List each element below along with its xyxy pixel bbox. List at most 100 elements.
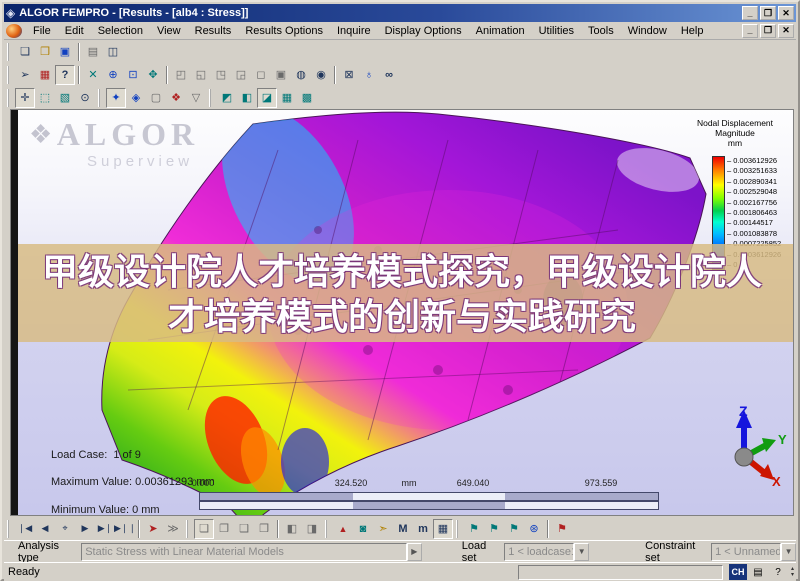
view-top-icon[interactable]: ◳	[211, 65, 231, 85]
load-set-dropdown-button[interactable]: ▼	[574, 543, 589, 561]
mesh-wireframe-icon[interactable]: ◧	[237, 88, 257, 108]
mesh-edges-icon[interactable]: ▦	[277, 88, 297, 108]
toolbar-grip[interactable]	[325, 520, 330, 538]
show-maximum-icon[interactable]: M	[393, 519, 413, 539]
toolbar-grip[interactable]	[7, 520, 12, 538]
select-rectangle-icon[interactable]: ⬚	[35, 88, 55, 108]
anim-current-frame-icon[interactable]: ⌖	[55, 519, 75, 539]
show-minimum-icon[interactable]: m	[413, 519, 433, 539]
snapshot-icon[interactable]: ◙	[353, 519, 373, 539]
print-preview-icon[interactable]: ◫	[103, 42, 123, 62]
view-left-icon[interactable]: ◻	[251, 65, 271, 85]
presentation-view2-icon[interactable]: ❐	[214, 519, 234, 539]
mesh-transparent-icon[interactable]: ▩	[297, 88, 317, 108]
constraint-set-select[interactable]: 1 < Unnamed >	[711, 543, 781, 561]
select-parts-icon[interactable]: ▢	[146, 88, 166, 108]
menu-item-results[interactable]: Results	[188, 24, 239, 38]
probe-max-icon[interactable]: ▲	[333, 519, 353, 539]
analysis-type-field[interactable]: Static Stress with Linear Material Model…	[81, 543, 407, 561]
whats-this-icon[interactable]: ?	[55, 65, 75, 85]
minimize-button[interactable]: _	[742, 6, 758, 20]
toolbar-grip[interactable]	[186, 520, 191, 538]
toolbar-grip[interactable]	[456, 520, 461, 538]
measure-distance-icon[interactable]: ⚑	[464, 519, 484, 539]
presentation-view4-icon[interactable]: ❒	[254, 519, 274, 539]
section-next-icon[interactable]: ◨	[302, 519, 322, 539]
select-vertices-icon[interactable]: ✦	[106, 88, 126, 108]
anim-last-icon[interactable]: ▶❘	[95, 519, 115, 539]
mesh-shaded-icon[interactable]: ◩	[217, 88, 237, 108]
new-file-icon[interactable]: ❏	[15, 42, 35, 62]
constraint-set-dropdown-button[interactable]: ▼	[781, 543, 796, 561]
section-prev-icon[interactable]: ◧	[282, 519, 302, 539]
child-restore-button[interactable]: ❐	[760, 24, 776, 38]
status-spinner[interactable]: ▴ ▾	[791, 566, 794, 578]
menu-item-help[interactable]: Help	[674, 24, 711, 38]
enclose-icon[interactable]: ⊠	[339, 65, 359, 85]
select-point-icon[interactable]: ✛	[15, 88, 35, 108]
view-iso-icon[interactable]: ◍	[291, 65, 311, 85]
load-set-select[interactable]: 1 < loadcase1 >	[504, 543, 574, 561]
help-status-icon[interactable]: ?	[769, 564, 787, 580]
anim-first-icon[interactable]: ❘◀	[15, 519, 35, 539]
view-bottom-icon[interactable]: ◲	[231, 65, 251, 85]
view-custom-icon[interactable]: ◉	[311, 65, 331, 85]
toolbar-grip[interactable]	[98, 89, 103, 107]
print-icon[interactable]: ▤	[83, 42, 103, 62]
context-help-icon[interactable]: ➢	[15, 65, 35, 85]
analysis-type-arrow-button[interactable]: ▶	[407, 543, 422, 561]
presentation-view1-icon[interactable]: ❏	[194, 519, 214, 539]
mesh-hidden-line-icon[interactable]: ◪	[257, 88, 277, 108]
measure-options-icon[interactable]: ⊛	[524, 519, 544, 539]
menu-item-window[interactable]: Window	[621, 24, 674, 38]
zoom-extents-icon[interactable]: ✕	[83, 65, 103, 85]
selection-filter-icon[interactable]: ▽	[186, 88, 206, 108]
measure-angle-icon[interactable]: ⚑	[484, 519, 504, 539]
child-close-button[interactable]: ✕	[778, 24, 794, 38]
menu-item-file[interactable]: File	[26, 24, 58, 38]
inquire-results-icon[interactable]: ⚑	[552, 519, 572, 539]
globe-icon[interactable]: ♁	[359, 65, 379, 85]
pan-icon[interactable]: ✥	[143, 65, 163, 85]
find-icon[interactable]: ∞	[379, 65, 399, 85]
fast-forward-icon[interactable]: ≫	[163, 519, 183, 539]
menu-item-inquire[interactable]: Inquire	[330, 24, 378, 38]
report-icon[interactable]: ▦	[433, 519, 453, 539]
child-minimize-button[interactable]: _	[742, 24, 758, 38]
menu-item-utilities[interactable]: Utilities	[532, 24, 581, 38]
presentation-view3-icon[interactable]: ❑	[234, 519, 254, 539]
toolbar-grip[interactable]	[7, 89, 12, 107]
anim-next-icon[interactable]: ▶	[75, 519, 95, 539]
annotate-icon[interactable]: ➣	[373, 519, 393, 539]
menu-item-view[interactable]: View	[150, 24, 188, 38]
open-file-icon[interactable]: ❒	[35, 42, 55, 62]
menu-item-edit[interactable]: Edit	[58, 24, 91, 38]
view-right-icon[interactable]: ▣	[271, 65, 291, 85]
toolbar-grip[interactable]	[7, 43, 12, 61]
menu-item-display-options[interactable]: Display Options	[378, 24, 469, 38]
menu-item-tools[interactable]: Tools	[581, 24, 621, 38]
start-animation-icon[interactable]: ➤	[143, 519, 163, 539]
save-icon[interactable]: ▣	[55, 42, 75, 62]
menu-item-results-options[interactable]: Results Options	[238, 24, 330, 38]
window-info-icon[interactable]: ▦	[35, 65, 55, 85]
zoom-in-icon[interactable]: ⊕	[103, 65, 123, 85]
select-nodes-icon[interactable]: ❖	[166, 88, 186, 108]
results-viewport[interactable]: ❖ ALGOR Superview	[10, 109, 794, 516]
select-surfaces-icon[interactable]: ◈	[126, 88, 146, 108]
zoom-window-icon[interactable]: ⊡	[123, 65, 143, 85]
menu-item-animation[interactable]: Animation	[469, 24, 532, 38]
measure-path-icon[interactable]: ⚑	[504, 519, 524, 539]
view-back-icon[interactable]: ◱	[191, 65, 211, 85]
select-polygon-icon[interactable]: ▧	[55, 88, 75, 108]
restore-button[interactable]: ❐	[760, 6, 776, 20]
anim-prev-icon[interactable]: ◀	[35, 519, 55, 539]
toolbar-grip[interactable]	[7, 66, 12, 84]
view-front-icon[interactable]: ◰	[171, 65, 191, 85]
ime-indicator[interactable]: CH	[729, 564, 747, 580]
close-button[interactable]: ✕	[778, 6, 794, 20]
select-circle-icon[interactable]: ⊙	[75, 88, 95, 108]
menu-item-selection[interactable]: Selection	[91, 24, 150, 38]
toolbar-grip[interactable]	[209, 89, 214, 107]
anim-end-icon[interactable]: ▶❘❘	[115, 519, 135, 539]
